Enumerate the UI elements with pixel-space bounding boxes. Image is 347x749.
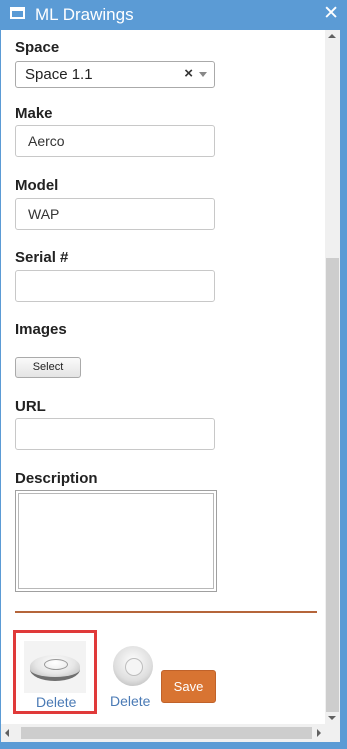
description-textarea[interactable]: [15, 490, 217, 592]
window-title: ML Drawings: [35, 5, 134, 24]
smoke-detector-disc: [113, 646, 153, 686]
clear-icon[interactable]: ×: [184, 65, 193, 82]
images-label: Images: [15, 321, 67, 338]
close-icon[interactable]: ✕: [323, 2, 339, 25]
window-icon: [10, 7, 25, 19]
make-label: Make: [15, 105, 53, 122]
select-images-button[interactable]: Select: [15, 357, 81, 378]
chevron-down-icon[interactable]: [199, 72, 207, 77]
ml-drawings-window: ML Drawings ✕ Space Space 1.1 × Make Mod…: [0, 0, 347, 749]
scrollbar-corner: [325, 724, 340, 742]
delete-link[interactable]: Delete: [36, 694, 76, 710]
space-select-value: Space 1.1: [25, 66, 93, 83]
form-panel: Space Space 1.1 × Make Model Serial # Im…: [1, 30, 325, 724]
serial-label: Serial #: [15, 249, 69, 266]
smoke-detector-center: [125, 658, 143, 676]
horizontal-scrollbar[interactable]: [1, 724, 325, 742]
smoke-detector-image[interactable]: [111, 642, 155, 690]
horizontal-scroll-thumb[interactable]: [21, 727, 312, 739]
delete-link[interactable]: Delete: [110, 693, 150, 709]
space-label: Space: [15, 39, 60, 56]
vertical-scrollbar[interactable]: [325, 30, 340, 724]
url-label: URL: [15, 398, 46, 415]
description-textarea-inner[interactable]: [18, 493, 214, 589]
description-label: Description: [15, 470, 98, 487]
scroll-left-icon[interactable]: [5, 729, 9, 737]
space-select[interactable]: Space 1.1 ×: [15, 61, 215, 88]
save-button[interactable]: Save: [161, 670, 216, 703]
vertical-scroll-thumb[interactable]: [326, 258, 339, 712]
make-input[interactable]: [15, 125, 215, 157]
image-thumbnail-selected[interactable]: Delete: [13, 630, 97, 714]
model-label: Model: [15, 177, 59, 194]
scroll-right-icon[interactable]: [317, 729, 321, 737]
serial-input[interactable]: [15, 270, 215, 302]
model-input[interactable]: [15, 198, 215, 230]
scroll-up-icon[interactable]: [328, 34, 336, 38]
url-input[interactable]: [15, 418, 215, 450]
smoke-detector-ring: [44, 659, 68, 670]
title-bar: ML Drawings ✕: [0, 0, 347, 30]
section-divider: [15, 611, 317, 613]
smoke-detector-image: [24, 641, 86, 693]
scroll-down-icon[interactable]: [328, 716, 336, 720]
smoke-detector-shape: [30, 655, 80, 681]
